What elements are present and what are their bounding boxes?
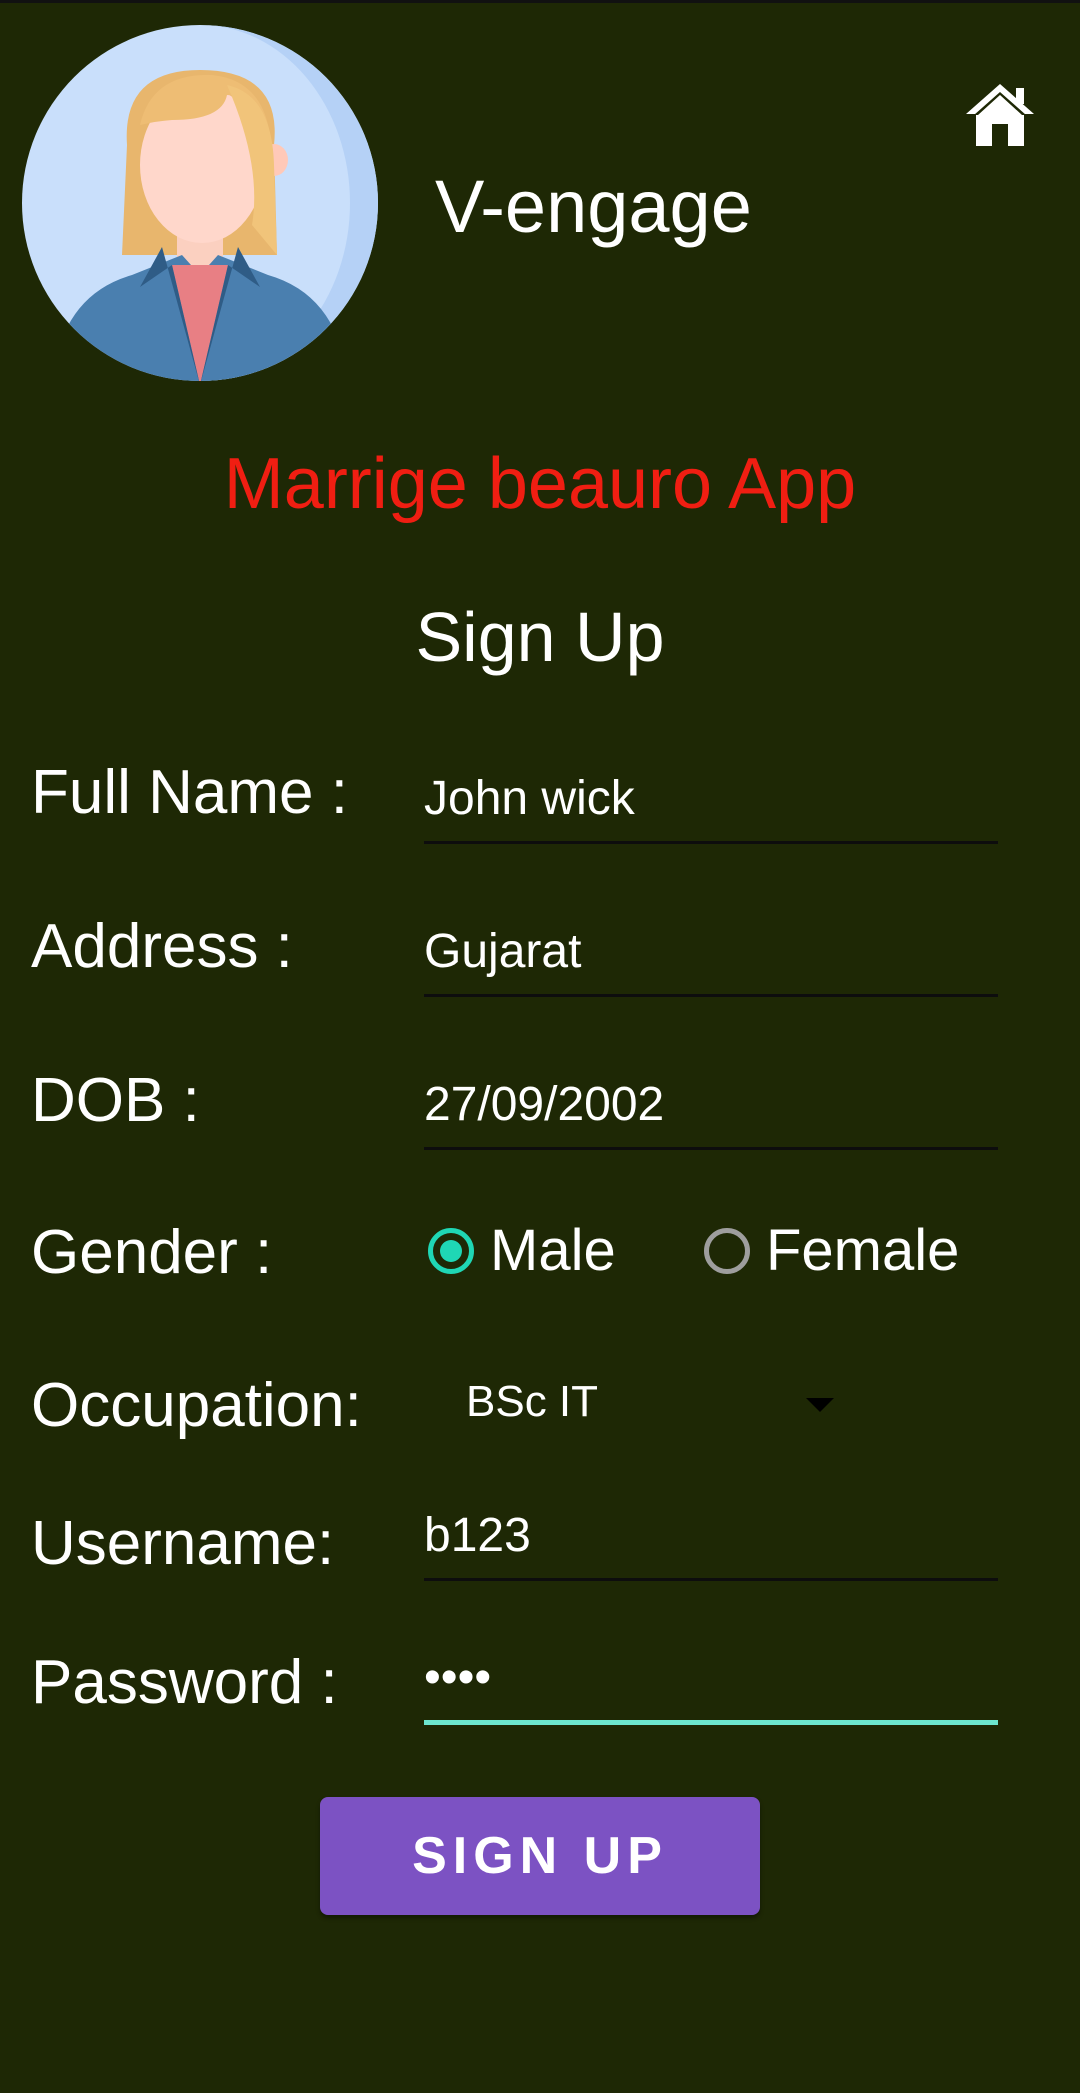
username-value: b123 <box>424 1509 531 1562</box>
occupation-label: Occupation: <box>31 1371 362 1440</box>
password-value: •••• <box>424 1651 492 1704</box>
radio-male[interactable]: Male <box>428 1222 616 1280</box>
radio-female[interactable]: Female <box>704 1222 959 1280</box>
address-input[interactable]: Gujarat <box>424 914 998 997</box>
full-name-value: John wick <box>424 772 635 825</box>
home-icon[interactable] <box>962 80 1038 150</box>
radio-female-label: Female <box>766 1218 960 1283</box>
occupation-value: BSc IT <box>466 1377 599 1426</box>
radio-checked-icon <box>428 1228 474 1274</box>
dob-label: DOB : <box>31 1066 200 1135</box>
dob-input[interactable]: 27/09/2002 <box>424 1067 998 1150</box>
radio-male-label: Male <box>490 1218 616 1283</box>
address-value: Gujarat <box>424 925 582 978</box>
password-label: Password : <box>31 1648 338 1717</box>
sign-up-button[interactable]: SIGN UP <box>320 1797 760 1915</box>
password-input[interactable]: •••• <box>424 1640 998 1725</box>
radio-unchecked-icon <box>704 1228 750 1274</box>
occupation-dropdown[interactable]: BSc IT <box>424 1370 834 1434</box>
full-name-input[interactable]: John wick <box>424 761 998 844</box>
app-subtitle: Marrige beauro App <box>223 444 857 524</box>
full-name-label: Full Name : <box>31 758 348 827</box>
username-input[interactable]: b123 <box>424 1498 998 1581</box>
address-label: Address : <box>31 912 293 981</box>
dob-value: 27/09/2002 <box>424 1078 665 1131</box>
gender-label: Gender : <box>31 1218 273 1287</box>
top-divider <box>0 0 1080 3</box>
username-label: Username: <box>31 1509 335 1578</box>
app-name: V-engage <box>435 165 752 248</box>
dropdown-arrow-icon <box>806 1398 834 1412</box>
avatar-icon <box>22 25 378 381</box>
page-title: Sign Up <box>415 598 665 676</box>
